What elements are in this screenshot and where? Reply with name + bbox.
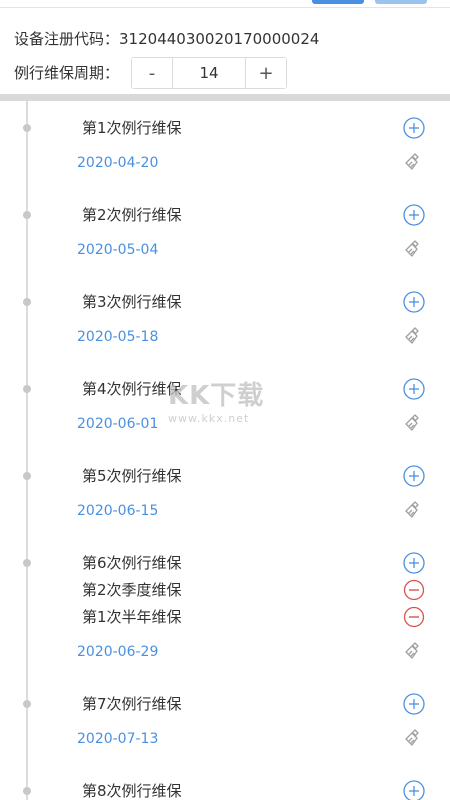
plus-circle-icon[interactable] — [403, 291, 425, 313]
brush-icon[interactable] — [403, 325, 425, 347]
timeline-dot — [23, 559, 31, 567]
brush-icon[interactable] — [403, 640, 425, 662]
timeline-dot — [23, 700, 31, 708]
minus-circle-icon[interactable] — [403, 606, 425, 628]
plus-circle-icon[interactable] — [403, 204, 425, 226]
maintenance-date[interactable]: 2020-05-18 — [77, 328, 158, 346]
maintenance-schedule-page: 设备注册代码：312044030020170000024 例行维保周期： - 1… — [0, 0, 450, 800]
cycle-label: 例行维保周期： — [14, 64, 120, 82]
brush-icon[interactable] — [403, 412, 425, 434]
watermark: KK下载 www.kkx.net — [168, 375, 264, 425]
stepper-decrement-button[interactable]: - — [132, 58, 173, 88]
plus-circle-icon[interactable] — [403, 693, 425, 715]
top-divider — [0, 7, 450, 8]
maintenance-date[interactable]: 2020-06-15 — [77, 502, 158, 520]
top-primary-button[interactable] — [312, 0, 364, 4]
brush-icon[interactable] — [403, 499, 425, 521]
plus-circle-icon[interactable] — [403, 552, 425, 574]
plus-circle-icon[interactable] — [403, 378, 425, 400]
task-label: 第1次半年维保 — [82, 608, 182, 626]
watermark-main: KK下载 — [168, 381, 265, 411]
timeline-dot — [23, 385, 31, 393]
task-label: 第1次例行维保 — [82, 119, 182, 137]
brush-icon[interactable] — [403, 238, 425, 260]
timeline-dot — [23, 472, 31, 480]
device-code-value: 312044030020170000024 — [119, 30, 320, 48]
maintenance-date[interactable]: 2020-07-13 — [77, 730, 158, 748]
task-label: 第2次例行维保 — [82, 206, 182, 224]
maintenance-date[interactable]: 2020-06-01 — [77, 415, 158, 433]
top-secondary-button[interactable] — [375, 0, 427, 4]
maintenance-date[interactable]: 2020-05-04 — [77, 241, 158, 259]
brush-icon[interactable] — [403, 151, 425, 173]
timeline-line — [26, 101, 28, 800]
timeline-dot — [23, 124, 31, 132]
task-label: 第7次例行维保 — [82, 695, 182, 713]
plus-circle-icon[interactable] — [403, 465, 425, 487]
watermark-sub: www.kkx.net — [168, 412, 250, 425]
task-label: 第3次例行维保 — [82, 293, 182, 311]
task-label: 第4次例行维保 — [82, 380, 182, 398]
timeline-dot — [23, 787, 31, 795]
plus-circle-icon[interactable] — [403, 117, 425, 139]
section-divider — [0, 94, 450, 101]
task-label: 第5次例行维保 — [82, 467, 182, 485]
device-code-label: 设备注册代码： — [14, 30, 120, 48]
timeline-dot — [23, 211, 31, 219]
maintenance-date[interactable]: 2020-06-29 — [77, 643, 158, 661]
brush-icon[interactable] — [403, 727, 425, 749]
task-label: 第8次例行维保 — [82, 782, 182, 800]
maintenance-date[interactable]: 2020-04-20 — [77, 154, 158, 172]
timeline-dot — [23, 298, 31, 306]
plus-circle-icon[interactable] — [403, 780, 425, 800]
task-label: 第6次例行维保 — [82, 554, 182, 572]
cycle-stepper: - 14 + — [131, 57, 288, 89]
cycle-row: 例行维保周期： - 14 + — [14, 57, 288, 89]
device-code-row: 设备注册代码：312044030020170000024 — [14, 28, 319, 49]
stepper-value[interactable]: 14 — [172, 58, 247, 88]
minus-circle-icon[interactable] — [403, 579, 425, 601]
stepper-increment-button[interactable]: + — [246, 58, 287, 88]
task-label: 第2次季度维保 — [82, 581, 182, 599]
